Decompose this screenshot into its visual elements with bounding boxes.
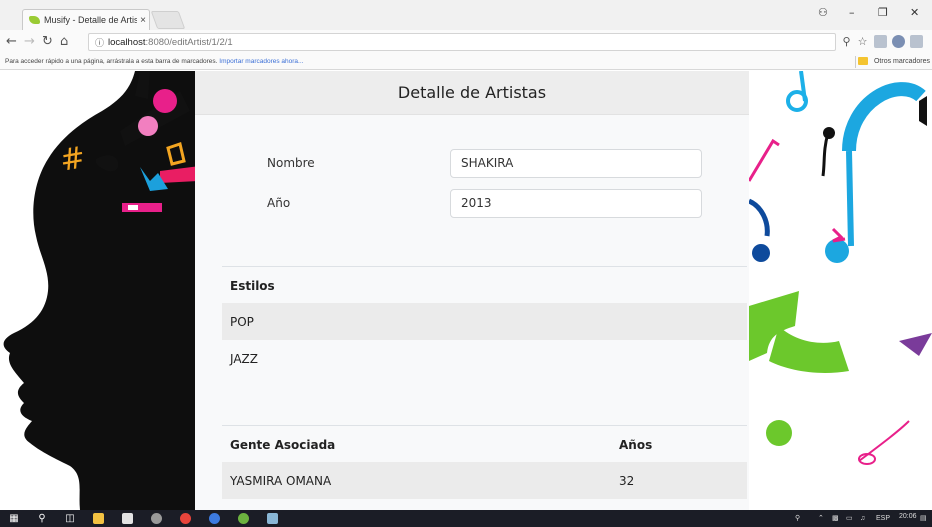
table-row: YASMIRA OMANA 32	[222, 462, 747, 499]
style-cell: POP	[230, 315, 254, 329]
bookmarks-bar: Para acceder rápido a una página, arrást…	[0, 54, 932, 70]
folder-icon	[857, 57, 868, 65]
address-bar: ← → ↻ ⌂ ⓘ localhost:8080/editArtist/1/2/…	[0, 30, 932, 54]
url-host: localhost	[108, 36, 146, 48]
page-title: Detalle de Artistas	[397, 83, 547, 102]
table-row: JAZZ	[222, 340, 747, 377]
star-icon[interactable]: ☆	[856, 35, 869, 48]
styles-table-header: Estilos	[222, 266, 747, 303]
reload-icon[interactable]: ↻	[42, 34, 53, 50]
tray-chevron-icon[interactable]: ⌃	[818, 513, 824, 524]
url-path: :8080/editArtist/1/2/1	[145, 36, 233, 48]
network-icon[interactable]: ▩	[832, 513, 839, 524]
extension-icon[interactable]	[892, 35, 905, 48]
close-icon[interactable]: ✕	[910, 6, 919, 19]
task-view-icon[interactable]: ◫	[64, 513, 76, 524]
other-bookmarks-button[interactable]: Otros marcadores	[857, 57, 930, 65]
volume-icon[interactable]: ♫	[860, 513, 865, 524]
year-input[interactable]: 2013	[450, 189, 702, 218]
bookmarks-message-text: Para acceder rápido a una página, arrást…	[5, 58, 218, 65]
tab-title: Musify - Detalle de Artist	[44, 15, 137, 25]
windows-start-icon[interactable]: ▦	[8, 513, 20, 524]
chrome-icon[interactable]	[209, 513, 220, 524]
clock[interactable]: 20:06	[899, 511, 917, 522]
other-bookmarks-label: Otros marcadores	[873, 57, 930, 65]
leaf-favicon-icon	[29, 16, 40, 24]
music-notes-image	[749, 71, 932, 465]
windows-taskbar: ▦ ⚲ ◫ ⚲ ⌃ ▩ ▭ ♫ ESP 20:06 ▤	[0, 510, 932, 527]
person-years-cell: 32	[619, 474, 635, 488]
search-icon[interactable]: ⚲	[36, 513, 48, 524]
spring-app-icon[interactable]	[238, 513, 249, 524]
bookmarks-message: Para acceder rápido a una página, arrást…	[5, 58, 303, 65]
divider	[855, 56, 856, 68]
import-bookmarks-link[interactable]: Importar marcadores ahora...	[219, 58, 303, 65]
people-header-years: Años	[619, 438, 653, 452]
artist-detail-card: Detalle de Artistas Nombre SHAKIRA Año 2…	[195, 71, 749, 510]
chrome-icon[interactable]	[180, 513, 191, 524]
app-icon[interactable]	[151, 513, 162, 524]
people-icon[interactable]: ⚲	[795, 513, 800, 524]
url-input[interactable]: ⓘ localhost:8080/editArtist/1/2/1	[88, 33, 836, 51]
profile-icon[interactable]: ⚇	[818, 6, 828, 19]
styles-header-cell: Estilos	[230, 279, 275, 293]
notifications-icon[interactable]: ▤	[920, 513, 927, 524]
silhouette-music-image: #	[3, 71, 205, 510]
monitor-icon[interactable]: ▭	[846, 513, 853, 524]
file-explorer-icon[interactable]	[93, 513, 104, 524]
card-header: Detalle de Artistas	[195, 71, 749, 115]
extension-icon[interactable]	[874, 35, 887, 48]
browser-tab[interactable]: Musify - Detalle de Artist ×	[22, 9, 150, 30]
restore-icon[interactable]: ❐	[878, 6, 888, 19]
forward-icon[interactable]: →	[24, 34, 35, 50]
back-icon[interactable]: ←	[6, 34, 17, 50]
info-icon[interactable]: ⓘ	[95, 36, 104, 49]
zoom-icon[interactable]: ⚲	[840, 35, 853, 48]
tab-strip: Musify - Detalle de Artist × ⚇ – ❐ ✕	[0, 0, 932, 30]
name-label: Nombre	[267, 156, 315, 170]
app-icon[interactable]	[267, 513, 278, 524]
name-input[interactable]: SHAKIRA	[450, 149, 702, 178]
people-header-name: Gente Asociada	[230, 438, 336, 452]
page-content: # Detalle de Artistas Nombre SHAKIRA Año…	[0, 71, 932, 510]
table-row: POP	[222, 303, 747, 340]
people-table-header: Gente Asociada Años	[222, 425, 747, 462]
new-tab-button[interactable]	[150, 11, 186, 29]
language-indicator[interactable]: ESP	[876, 513, 890, 524]
home-icon[interactable]: ⌂	[60, 34, 68, 50]
minimize-icon[interactable]: –	[849, 6, 855, 19]
tab-close-icon[interactable]: ×	[137, 15, 149, 26]
person-name-cell: YASMIRA OMANA	[230, 474, 332, 488]
store-icon[interactable]	[122, 513, 133, 524]
extension-icon[interactable]	[910, 35, 923, 48]
year-label: Año	[267, 196, 291, 210]
style-cell: JAZZ	[230, 352, 258, 366]
